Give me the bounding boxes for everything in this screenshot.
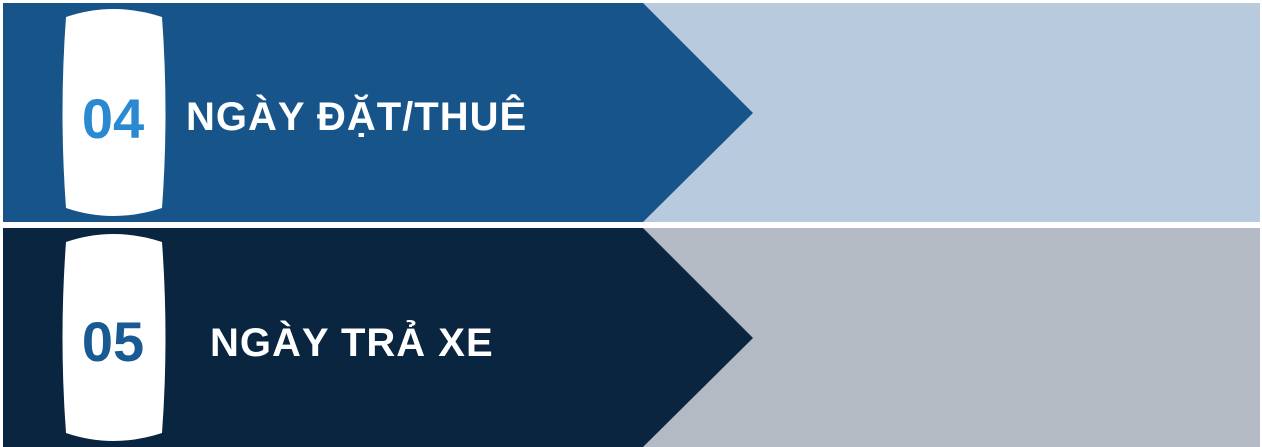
step-04-label: NGÀY ĐẶT/THUÊ bbox=[186, 95, 528, 139]
step-04-number: 04 bbox=[81, 87, 145, 150]
step-05-number: 05 bbox=[81, 310, 145, 373]
step-05-background bbox=[3, 228, 1260, 447]
step-row-05: 05 NGÀY TRẢ XE bbox=[3, 228, 1260, 447]
step-row-04: 04 NGÀY ĐẶT/THUÊ bbox=[3, 3, 1260, 222]
step-05-label: NGÀY TRẢ XE bbox=[210, 321, 494, 365]
